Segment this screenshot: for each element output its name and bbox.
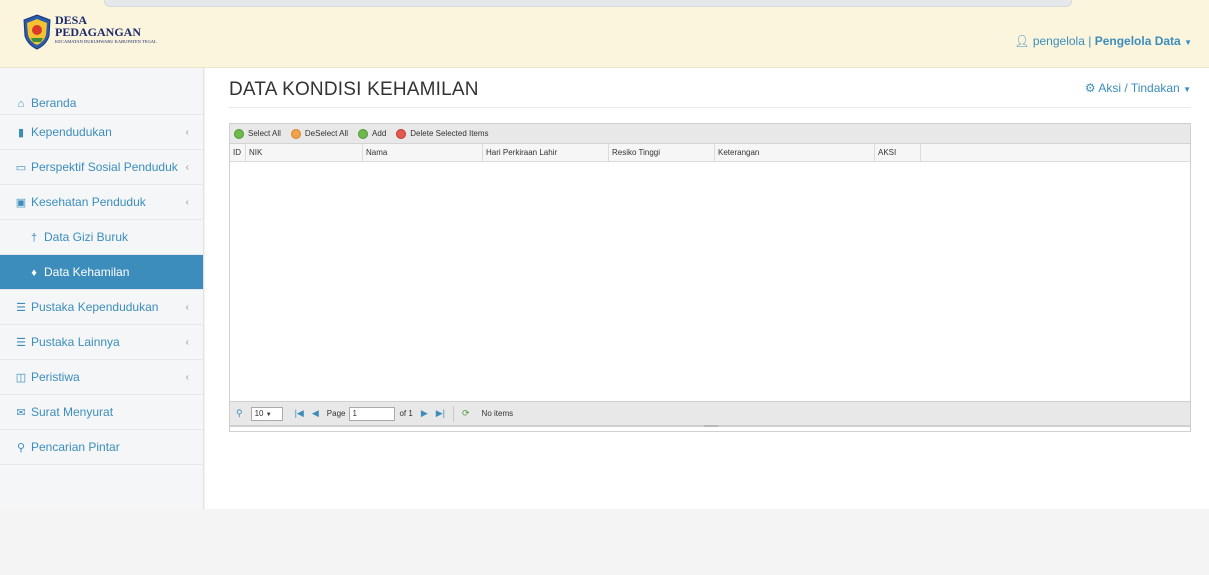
- deselect-all-label: DeSelect All: [304, 129, 349, 138]
- first-page-icon[interactable]: |◀: [295, 408, 304, 419]
- sidebar-item-label: Surat Menyurat: [31, 405, 114, 419]
- brand-line-3: KECAMATAN DUKUHWARU KABUPATEN TEGAL: [55, 39, 157, 44]
- select-all-label: Select All: [248, 129, 281, 138]
- page-of-label: of 1: [399, 409, 413, 418]
- female-icon: ♦: [31, 267, 37, 279]
- user-menu[interactable]: 👤︎ pengelola | Pengelola Data ▼: [1014, 34, 1192, 48]
- caret-down-icon: ▼: [1183, 85, 1191, 94]
- prev-page-icon[interactable]: ◀: [312, 408, 319, 419]
- book-icon: ▮: [17, 127, 25, 139]
- app-header: DESA PEDAGANGAN KECAMATAN DUKUHWARU KABU…: [0, 8, 1209, 68]
- grid-toolbar: Select All DeSelect All Add Delete Selec…: [230, 124, 1190, 144]
- delete-selected-label: Delete Selected Items: [410, 129, 489, 138]
- search-icon: ⚲: [16, 442, 26, 454]
- sidebar-item-label: Pustaka Lainnya: [31, 335, 120, 349]
- sidebar-item-surat-menyurat[interactable]: ✉ Surat Menyurat: [0, 395, 203, 430]
- page-input[interactable]: 1: [349, 406, 396, 421]
- page-bottom-area: [0, 509, 1209, 575]
- medkit-icon: ▣: [15, 197, 27, 209]
- deselect-all-button[interactable]: DeSelect All: [290, 128, 349, 139]
- sidebar-item-label: Kependudukan: [31, 125, 112, 139]
- column-header-hari-perkiraan-lahir[interactable]: Hari Perkiraan Lahir: [483, 144, 609, 162]
- table-header: ID NIK Nama Hari Perkiraan Lahir Resiko …: [230, 144, 1190, 162]
- sidebar-item-kesehatan-penduduk[interactable]: ▣ Kesehatan Penduduk ‹: [0, 185, 203, 220]
- sidebar-item-label: Pencarian Pintar: [31, 440, 120, 454]
- sidebar-item-kependudukan[interactable]: ▮ Kependudukan ‹: [0, 115, 203, 150]
- deselect-icon: [290, 128, 301, 139]
- user-separator: |: [1088, 34, 1092, 48]
- brand-line-2: PEDAGANGAN: [55, 25, 141, 39]
- column-header-keterangan[interactable]: Keterangan: [715, 144, 875, 162]
- next-page-icon[interactable]: ▶: [421, 408, 428, 419]
- grid-pager: ⚲ 10 ▼ |◀ ◀ Page 1 of 1 ▶ ▶| ⟳ No items: [229, 401, 1191, 427]
- data-grid: Select All DeSelect All Add Delete Selec…: [229, 123, 1191, 432]
- sidebar-item-label: Perspektif Sosial Penduduk: [31, 160, 178, 174]
- select-all-button[interactable]: Select All: [234, 128, 281, 139]
- user-name: pengelola: [1032, 34, 1085, 48]
- chevron-left-icon: ‹: [185, 302, 189, 313]
- chevron-left-icon: ‹: [185, 127, 189, 138]
- delete-selected-button[interactable]: Delete Selected Items: [396, 128, 489, 139]
- column-header-id[interactable]: ID: [230, 144, 246, 162]
- refresh-icon[interactable]: ⟳: [462, 408, 470, 419]
- actions-label: Aksi / Tindakan: [1098, 81, 1180, 95]
- pager-status: No items: [481, 409, 514, 418]
- sidebar: ⌂ Beranda ▮ Kependudukan ‹ ▭ Perspektif Sosi…: [0, 68, 204, 509]
- sidebar-item-beranda[interactable]: ⌂ Beranda: [0, 68, 203, 115]
- chevron-left-icon: ‹: [185, 337, 189, 348]
- sidebar-item-label: Data Gizi Buruk: [44, 230, 129, 244]
- chevron-left-icon: ‹: [185, 372, 189, 383]
- envelope-icon: ✉: [16, 407, 26, 419]
- sidebar-item-label: Data Kehamilan: [44, 265, 130, 279]
- add-icon: [358, 128, 369, 139]
- resize-grip[interactable]: [704, 425, 718, 427]
- page-label: Page: [326, 409, 346, 418]
- newspaper-icon: ◫: [15, 372, 27, 384]
- sidebar-item-data-kehamilan[interactable]: ♦ Data Kehamilan: [0, 255, 203, 290]
- title-divider: [229, 107, 1191, 108]
- column-header-nik[interactable]: NIK: [246, 144, 363, 162]
- user-icon: 👤︎: [1014, 34, 1030, 48]
- search-icon[interactable]: ⚲: [236, 408, 243, 419]
- main-content: DATA KONDISI KEHAMILAN ⚙ Aksi / Tindakan…: [205, 68, 1209, 509]
- cogs-icon: ⚙: [1084, 81, 1096, 95]
- male-icon: †: [30, 232, 38, 244]
- sidebar-item-data-gizi-buruk[interactable]: † Data Gizi Buruk: [0, 220, 203, 255]
- add-label: Add: [372, 129, 387, 138]
- sidebar-item-label: Pustaka Kependudukan: [31, 300, 159, 314]
- sidebar-item-pustaka-lainnya[interactable]: ☰ Pustaka Lainnya ‹: [0, 325, 203, 360]
- delete-icon: [396, 128, 407, 139]
- top-bar-pill: [104, 0, 1072, 7]
- column-header-resiko-tinggi[interactable]: Resiko Tinggi: [609, 144, 715, 162]
- page-size-select[interactable]: 10 ▼: [250, 406, 283, 421]
- village-logo[interactable]: [22, 14, 52, 50]
- list-icon: ☰: [16, 337, 26, 349]
- browser-top-strip: [0, 0, 1209, 8]
- sidebar-item-pustaka-kependudukan[interactable]: ☰ Pustaka Kependudukan ‹: [0, 290, 203, 325]
- user-role: Pengelola Data: [1094, 34, 1181, 48]
- pager-separator: [453, 405, 454, 422]
- sidebar-item-peristiwa[interactable]: ◫ Peristiwa ‹: [0, 360, 203, 395]
- check-circle-icon: [234, 128, 244, 139]
- actions-dropdown[interactable]: ⚙ Aksi / Tindakan ▼: [1085, 81, 1191, 95]
- chevron-left-icon: ‹: [185, 162, 189, 173]
- page-size-value: 10: [254, 408, 264, 418]
- last-page-icon[interactable]: ▶|: [436, 408, 445, 419]
- caret-down-icon: ▼: [1184, 38, 1192, 47]
- page-title: DATA KONDISI KEHAMILAN: [229, 79, 479, 100]
- sidebar-item-label: Kesehatan Penduduk: [31, 195, 146, 209]
- sidebar-item-label: Beranda: [31, 96, 77, 110]
- list-icon: ☰: [16, 302, 26, 314]
- column-header-aksi[interactable]: AKSI: [875, 144, 921, 162]
- chevron-down-icon: ▼: [265, 411, 272, 418]
- chevron-left-icon: ‹: [185, 197, 189, 208]
- add-button[interactable]: Add: [358, 128, 387, 139]
- brand: DESA PEDAGANGAN KECAMATAN DUKUHWARU KABU…: [55, 14, 157, 45]
- monitor-icon: ▭: [15, 162, 27, 174]
- sidebar-item-label: Peristiwa: [31, 370, 80, 384]
- sidebar-item-perspektif-sosial[interactable]: ▭ Perspektif Sosial Penduduk ‹: [0, 150, 203, 185]
- column-header-nama[interactable]: Nama: [363, 144, 483, 162]
- home-icon: ⌂: [17, 98, 25, 110]
- sidebar-item-pencarian-pintar[interactable]: ⚲ Pencarian Pintar: [0, 430, 203, 465]
